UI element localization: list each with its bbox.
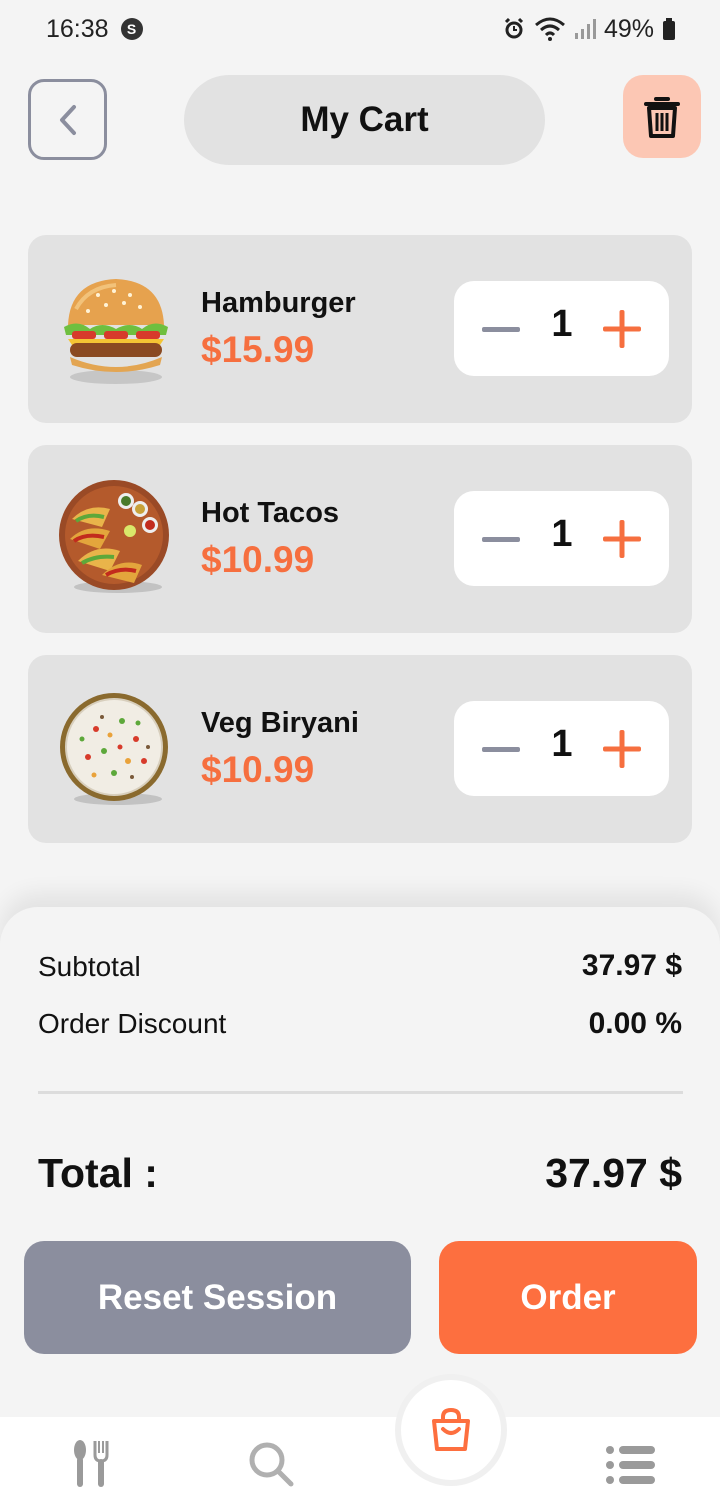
app-badge-icon: S bbox=[120, 18, 143, 40]
list-icon bbox=[606, 1446, 655, 1484]
decrease-quantity-button[interactable] bbox=[480, 519, 522, 561]
divider bbox=[38, 1091, 683, 1094]
total-value: 37.97 $ bbox=[545, 1150, 682, 1196]
order-button[interactable]: Order bbox=[439, 1241, 697, 1354]
item-price: $10.99 bbox=[201, 749, 315, 790]
cart-bag-icon bbox=[432, 1407, 470, 1451]
cart-item: Hamburger $15.99 1 bbox=[28, 235, 692, 423]
order-summary: Subtotal 37.97 $ Order Discount 0.00 % T… bbox=[0, 907, 720, 1427]
reset-session-button[interactable]: Reset Session bbox=[24, 1241, 411, 1354]
quantity-stepper: 1 bbox=[454, 701, 669, 796]
hamburger-image bbox=[58, 273, 174, 389]
biryani-image bbox=[58, 691, 174, 807]
back-button[interactable] bbox=[28, 79, 107, 160]
total-label: Total : bbox=[38, 1150, 158, 1196]
quantity-value: 1 bbox=[551, 513, 573, 555]
menu-icon bbox=[74, 1440, 109, 1487]
decrease-quantity-button[interactable] bbox=[480, 729, 522, 771]
increase-quantity-button[interactable] bbox=[600, 307, 644, 351]
quantity-stepper: 1 bbox=[454, 281, 669, 376]
plus-icon bbox=[603, 310, 641, 348]
tacos-image bbox=[58, 479, 174, 595]
battery-percent: 49% bbox=[603, 14, 654, 43]
cart-item: Hot Tacos $10.99 1 bbox=[28, 445, 692, 633]
status-time: 16:38 bbox=[46, 14, 109, 43]
item-name: Veg Biryani bbox=[201, 707, 359, 739]
status-right: 49% bbox=[502, 15, 676, 44]
item-name: Hamburger bbox=[201, 287, 356, 319]
minus-icon bbox=[482, 747, 520, 752]
minus-icon bbox=[482, 537, 520, 542]
bottom-nav bbox=[0, 1417, 720, 1498]
trash-icon bbox=[644, 96, 680, 138]
search-icon bbox=[249, 1442, 294, 1487]
quantity-stepper: 1 bbox=[454, 491, 669, 586]
quantity-value: 1 bbox=[551, 303, 573, 345]
item-price: $15.99 bbox=[201, 329, 315, 370]
nav-menu-button[interactable] bbox=[68, 1439, 114, 1489]
subtotal-label: Subtotal bbox=[38, 951, 141, 982]
plus-icon bbox=[603, 520, 641, 558]
subtotal-value: 37.97 $ bbox=[581, 949, 682, 982]
battery-icon bbox=[663, 18, 675, 40]
clear-cart-button[interactable] bbox=[623, 75, 701, 158]
cart-item: Veg Biryani $10.99 1 bbox=[28, 655, 692, 843]
nav-list-button[interactable] bbox=[604, 1443, 656, 1487]
increase-quantity-button[interactable] bbox=[600, 517, 644, 561]
increase-quantity-button[interactable] bbox=[600, 727, 644, 771]
discount-label: Order Discount bbox=[38, 1008, 227, 1039]
signal-icon bbox=[574, 19, 596, 39]
plus-icon bbox=[603, 730, 641, 768]
item-price: $10.99 bbox=[201, 539, 315, 580]
status-bar: 16:38 S 49% bbox=[0, 0, 720, 58]
discount-value: 0.00 % bbox=[588, 1007, 682, 1040]
page-title: My Cart bbox=[184, 75, 545, 165]
chevron-left-icon bbox=[59, 104, 76, 135]
decrease-quantity-button[interactable] bbox=[480, 309, 522, 351]
quantity-value: 1 bbox=[551, 723, 573, 765]
status-left: 16:38 S bbox=[46, 15, 143, 44]
minus-icon bbox=[482, 327, 520, 332]
alarm-icon bbox=[504, 17, 524, 39]
nav-cart-button[interactable] bbox=[395, 1374, 507, 1486]
nav-search-button[interactable] bbox=[246, 1439, 296, 1489]
item-name: Hot Tacos bbox=[201, 497, 340, 529]
wifi-icon bbox=[534, 17, 565, 41]
